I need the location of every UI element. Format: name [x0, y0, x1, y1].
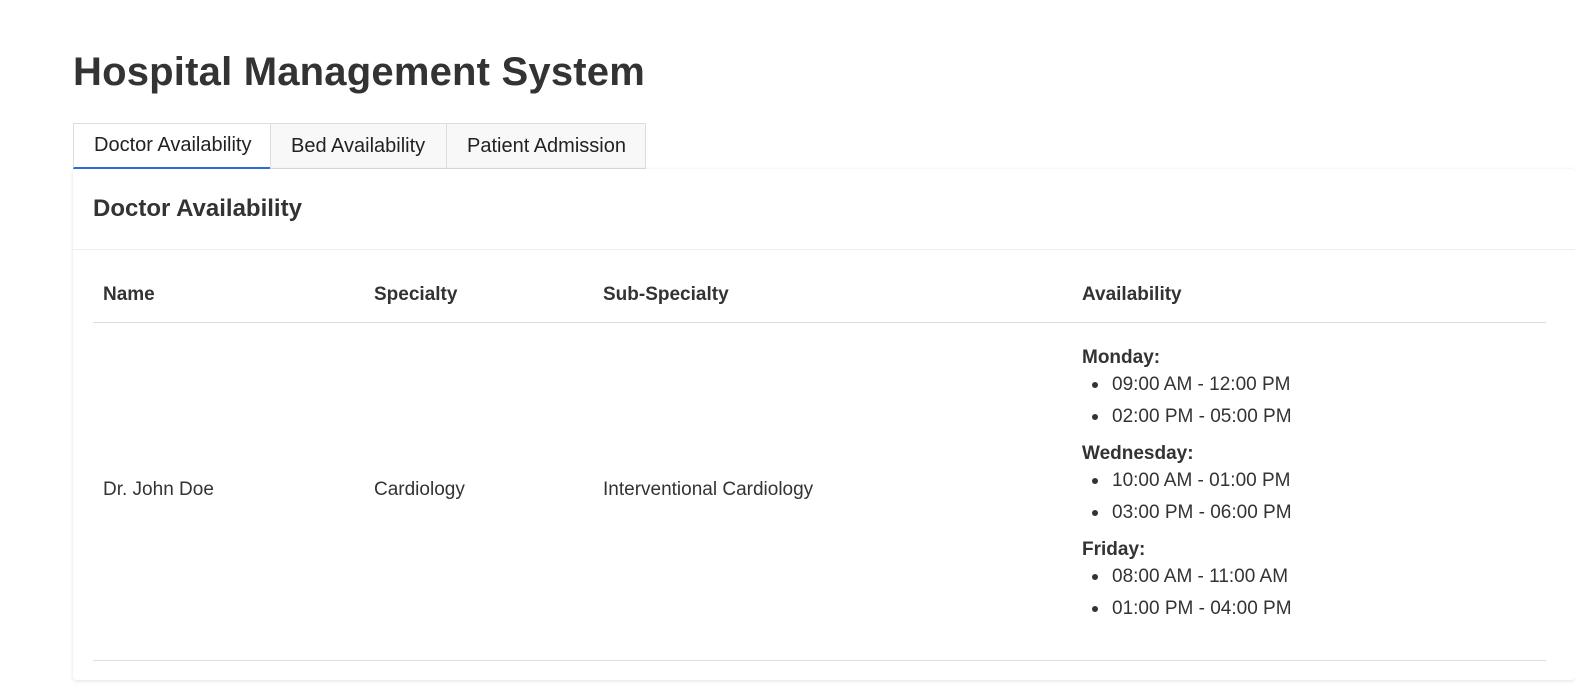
table-row: Dr. John Doe Cardiology Interventional C… [93, 323, 1546, 661]
bullet-icon [1092, 510, 1098, 516]
time-slot-list: 10:00 AM - 01:00 PM 03:00 PM - 06:00 PM [1082, 465, 1292, 529]
tab-bar: Doctor Availability Bed Availability Pat… [73, 123, 646, 169]
doctor-name: Dr. John Doe [103, 479, 214, 500]
doctor-table: Name Specialty Sub-Specialty Availabilit… [93, 269, 1546, 661]
panel-title: Doctor Availability [93, 195, 302, 222]
header-availability: Availability [1082, 284, 1182, 305]
day-label: Wednesday: [1082, 443, 1194, 464]
availability-day-wednesday: Wednesday: 10:00 AM - 01:00 PM 03:00 PM … [1082, 443, 1292, 529]
time-slot-text: 02:00 PM - 05:00 PM [1112, 406, 1292, 427]
time-slot: 08:00 AM - 11:00 AM [1082, 561, 1292, 593]
day-label: Monday: [1082, 347, 1161, 368]
bullet-icon [1092, 606, 1098, 612]
time-slot-text: 03:00 PM - 06:00 PM [1112, 502, 1292, 523]
availability-day-monday: Monday: 09:00 AM - 12:00 PM 02:00 PM - 0… [1082, 347, 1292, 433]
page-title: Hospital Management System [73, 50, 646, 94]
availability-day-friday: Friday: 08:00 AM - 11:00 AM 01:00 PM - 0… [1082, 539, 1292, 625]
tab-patient-admission[interactable]: Patient Admission [446, 123, 646, 169]
panel-header: Doctor Availability [73, 169, 1575, 250]
table-header-row: Name Specialty Sub-Specialty Availabilit… [93, 269, 1546, 323]
doctor-availability-panel: Doctor Availability Name Specialty Sub-S… [73, 169, 1575, 680]
tab-doctor-availability[interactable]: Doctor Availability [73, 123, 271, 169]
page: Hospital Management System Doctor Availa… [0, 0, 1575, 689]
header-specialty: Specialty [374, 284, 458, 305]
tab-bed-availability[interactable]: Bed Availability [270, 123, 447, 169]
bullet-icon [1092, 414, 1098, 420]
doctor-specialty: Cardiology [374, 479, 465, 500]
time-slot-list: 09:00 AM - 12:00 PM 02:00 PM - 05:00 PM [1082, 369, 1292, 433]
time-slot-text: 01:00 PM - 04:00 PM [1112, 598, 1292, 619]
time-slot-text: 09:00 AM - 12:00 PM [1112, 374, 1291, 395]
time-slot-list: 08:00 AM - 11:00 AM 01:00 PM - 04:00 PM [1082, 561, 1292, 625]
bullet-icon [1092, 478, 1098, 484]
header-name: Name [103, 284, 155, 305]
doctor-sub-specialty: Interventional Cardiology [603, 479, 814, 500]
time-slot: 09:00 AM - 12:00 PM [1082, 369, 1292, 401]
time-slot: 10:00 AM - 01:00 PM [1082, 465, 1292, 497]
availability-cell: Monday: 09:00 AM - 12:00 PM 02:00 PM - 0… [1082, 347, 1292, 635]
time-slot: 02:00 PM - 05:00 PM [1082, 401, 1292, 433]
time-slot-text: 10:00 AM - 01:00 PM [1112, 470, 1291, 491]
day-label: Friday: [1082, 539, 1146, 560]
header-sub-specialty: Sub-Specialty [603, 284, 729, 305]
bullet-icon [1092, 382, 1098, 388]
time-slot-text: 08:00 AM - 11:00 AM [1112, 566, 1289, 587]
bullet-icon [1092, 574, 1098, 580]
time-slot: 03:00 PM - 06:00 PM [1082, 497, 1292, 529]
time-slot: 01:00 PM - 04:00 PM [1082, 593, 1292, 625]
